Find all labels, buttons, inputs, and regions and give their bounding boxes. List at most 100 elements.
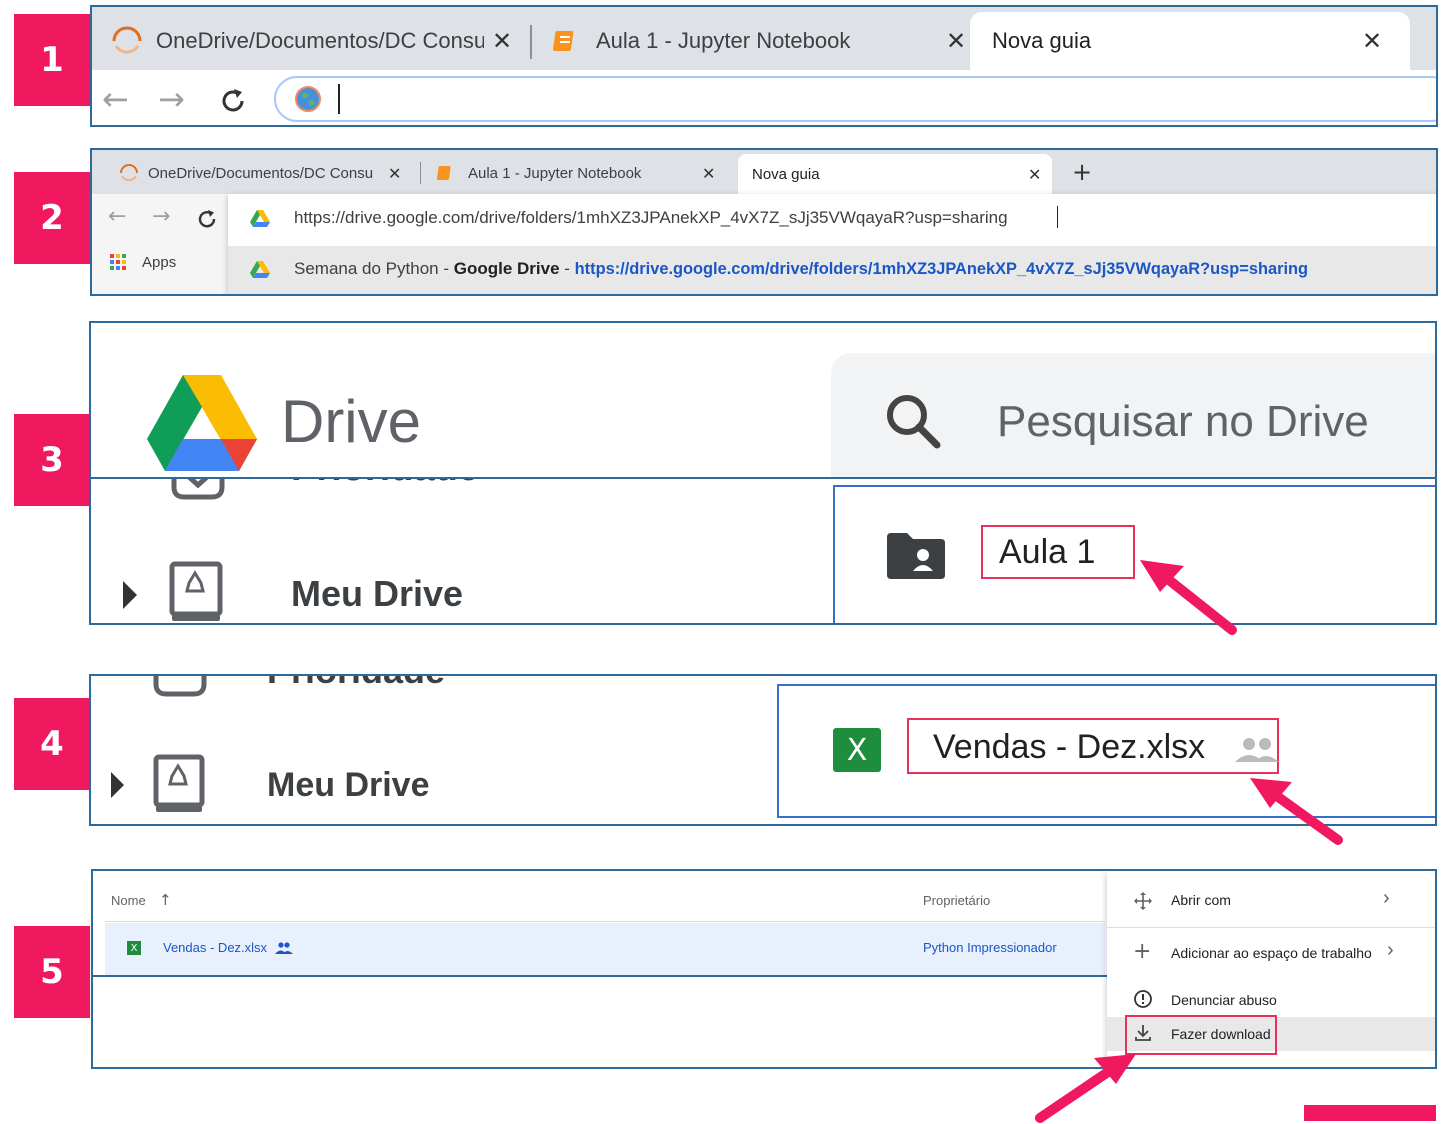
menu-item-report-abuse[interactable]: Denunciar abuso bbox=[1107, 983, 1435, 1015]
suggestion-url[interactable]: https://drive.google.com/drive/folders/1… bbox=[575, 260, 1308, 278]
step-badge-3: 3 bbox=[14, 414, 90, 506]
file-owner: Python Impressionador bbox=[923, 940, 1057, 955]
google-drive-icon bbox=[250, 210, 270, 227]
expand-arrow-icon[interactable] bbox=[111, 772, 124, 798]
close-icon[interactable]: ✕ bbox=[1028, 165, 1041, 184]
move-icon bbox=[1134, 892, 1152, 910]
reload-icon[interactable] bbox=[218, 86, 248, 116]
tab-nova-guia[interactable]: Nova guia ✕ bbox=[970, 12, 1410, 70]
menu-item-label: Adicionar ao espaço de trabalho bbox=[1171, 945, 1372, 961]
menu-separator bbox=[1107, 927, 1435, 928]
menu-item-label: Abrir com bbox=[1171, 892, 1231, 908]
forward-icon[interactable]: → bbox=[152, 204, 170, 229]
my-drive-icon bbox=[169, 561, 223, 621]
header-divider bbox=[105, 921, 1105, 922]
address-input[interactable]: https://drive.google.com/drive/folders/1… bbox=[294, 208, 1008, 228]
search-icon bbox=[887, 395, 941, 449]
priority-icon bbox=[171, 479, 225, 500]
new-tab-button[interactable]: + bbox=[1072, 158, 1092, 186]
sidebar-item-priority[interactable]: Prioridade bbox=[291, 479, 479, 490]
tab-title: OneDrive/Documentos/DC Consu bbox=[148, 164, 374, 182]
google-drive-icon bbox=[250, 261, 270, 278]
close-icon[interactable]: ✕ bbox=[946, 27, 966, 55]
shared-people-icon bbox=[1235, 738, 1279, 762]
back-icon[interactable]: ← bbox=[108, 204, 126, 229]
close-icon[interactable]: ✕ bbox=[702, 164, 715, 183]
tab-divider bbox=[530, 25, 532, 59]
loading-spinner-icon bbox=[120, 164, 138, 182]
my-drive-icon bbox=[153, 754, 205, 812]
notebook-icon bbox=[553, 31, 574, 51]
tab-divider bbox=[420, 162, 421, 184]
pointer-arrow-icon bbox=[1250, 778, 1343, 845]
excel-icon: X bbox=[127, 941, 141, 955]
pointer-arrow-icon bbox=[1035, 1054, 1136, 1123]
menu-item-open-with[interactable]: Abrir com › bbox=[1107, 883, 1435, 919]
notebook-icon bbox=[436, 166, 451, 180]
step-badge-4: 4 bbox=[14, 698, 90, 790]
apps-label[interactable]: Apps bbox=[142, 254, 176, 271]
expand-arrow-icon[interactable] bbox=[123, 581, 137, 609]
chevron-right-icon: › bbox=[1387, 939, 1394, 961]
suggestion-prefix: Semana do Python - bbox=[294, 259, 454, 278]
excel-icon: X bbox=[833, 728, 881, 772]
globe-icon bbox=[295, 86, 321, 112]
file-row-selected[interactable]: X Vendas - Dez.xlsx Python Impressionado… bbox=[105, 923, 1105, 975]
column-header-owner[interactable]: Proprietário bbox=[923, 893, 990, 908]
step-badge-2: 2 bbox=[14, 172, 90, 264]
chevron-right-icon: › bbox=[1383, 887, 1390, 909]
close-icon[interactable]: ✕ bbox=[1362, 27, 1382, 55]
accent-bar bbox=[1304, 1105, 1436, 1121]
step-badge-1: 1 bbox=[14, 14, 90, 106]
file-name[interactable]: Vendas - Dez.xlsx bbox=[933, 728, 1205, 767]
step-badge-5: 5 bbox=[14, 926, 90, 1018]
text-cursor bbox=[338, 84, 340, 114]
toolbar: ← → bbox=[92, 70, 1436, 125]
search-input[interactable]: Pesquisar no Drive bbox=[997, 397, 1369, 447]
close-icon[interactable]: ✕ bbox=[492, 27, 512, 55]
close-icon[interactable]: ✕ bbox=[388, 164, 401, 183]
suggestion-text: Semana do Python - Google Drive - https:… bbox=[294, 259, 1308, 279]
sort-arrow-icon[interactable]: ↑ bbox=[159, 891, 172, 909]
tab-onedrive[interactable]: OneDrive/Documentos/DC Consu ✕ bbox=[110, 19, 530, 63]
column-header-name[interactable]: Nome bbox=[111, 893, 146, 908]
context-menu-panel: Nome ↑ Proprietário X Vendas - Dez.xlsx … bbox=[91, 869, 1437, 1069]
apps-icon[interactable] bbox=[110, 254, 126, 270]
shared-people-icon bbox=[275, 942, 293, 954]
file-zoom-panel: Prioridade Meu Drive X Vendas - Dez.xlsx bbox=[89, 674, 1437, 826]
toolbar: ← → Apps https://drive.google.com/drive/… bbox=[92, 194, 1436, 294]
tab-title: OneDrive/Documentos/DC Consu bbox=[156, 28, 484, 53]
omnibox-suggestion[interactable]: Semana do Python - Google Drive - https:… bbox=[228, 246, 1436, 294]
plus-icon: + bbox=[1133, 939, 1152, 964]
forward-icon[interactable]: → bbox=[158, 80, 185, 118]
menu-item-add-workspace[interactable]: + Adicionar ao espaço de trabalho › bbox=[1107, 935, 1435, 971]
google-drive-logo-icon bbox=[147, 375, 257, 471]
sidebar-clip: Prioridade Meu Drive bbox=[91, 479, 831, 623]
sidebar-item-my-drive[interactable]: Meu Drive bbox=[291, 573, 463, 615]
tab-onedrive[interactable]: OneDrive/Documentos/DC Consu ✕ bbox=[118, 160, 418, 186]
alert-icon bbox=[1134, 990, 1152, 1008]
shared-folder-icon bbox=[887, 533, 945, 579]
tab-title: Aula 1 - Jupyter Notebook bbox=[596, 28, 851, 53]
back-icon[interactable]: ← bbox=[102, 80, 129, 118]
browser-window-large: OneDrive/Documentos/DC Consu ✕ Aula 1 - … bbox=[90, 5, 1438, 127]
suggestion-bold: Google Drive bbox=[453, 259, 560, 278]
browser-window-small: OneDrive/Documentos/DC Consu ✕ Aula 1 - … bbox=[90, 148, 1438, 296]
drive-search-box[interactable]: Pesquisar no Drive bbox=[831, 353, 1435, 477]
sidebar-item-priority[interactable]: Prioridade bbox=[267, 676, 445, 692]
tab-nova-guia[interactable]: Nova guia ✕ bbox=[738, 154, 1052, 194]
address-bar[interactable] bbox=[274, 76, 1436, 122]
tab-title: Aula 1 - Jupyter Notebook bbox=[468, 164, 642, 182]
sidebar-item-my-drive[interactable]: Meu Drive bbox=[267, 766, 430, 805]
loading-spinner-icon bbox=[112, 26, 142, 54]
drive-logo-text: Drive bbox=[281, 388, 422, 455]
priority-icon bbox=[153, 676, 207, 697]
highlight-box bbox=[1125, 1015, 1277, 1055]
suggestion-sep: - bbox=[559, 259, 575, 278]
folder-name[interactable]: Aula 1 bbox=[999, 533, 1095, 572]
tab-jupyter[interactable]: Aula 1 - Jupyter Notebook ✕ bbox=[436, 160, 726, 186]
menu-item-label: Denunciar abuso bbox=[1171, 992, 1277, 1008]
reload-icon[interactable] bbox=[196, 208, 218, 230]
tab-jupyter[interactable]: Aula 1 - Jupyter Notebook ✕ bbox=[552, 19, 972, 63]
tab-title: Nova guia bbox=[992, 28, 1092, 53]
